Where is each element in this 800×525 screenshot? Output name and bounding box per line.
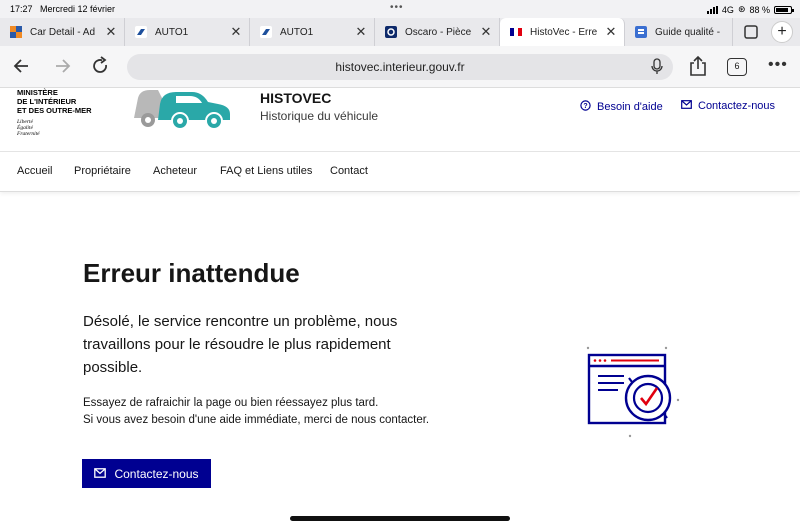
- ministry-line: MINISTÈRE: [17, 88, 58, 97]
- error-hint: Essayez de rafraichir la page ou bien ré…: [83, 395, 503, 429]
- tab-title: Oscaro - Pièce: [405, 26, 472, 38]
- guide-icon: [635, 26, 647, 38]
- browser-tab-active[interactable]: HistoVec - Erre ✕: [500, 18, 625, 46]
- nav-item-acheteur[interactable]: Acheteur: [153, 165, 197, 177]
- close-tab-icon[interactable]: ✕: [104, 24, 118, 40]
- reload-icon[interactable]: [90, 56, 110, 81]
- status-bar: 17:27 Mercredi 12 février ••• 4G ⊛ 88 %: [0, 0, 800, 18]
- browser-tab[interactable]: AUTO1 ✕: [125, 18, 250, 46]
- ministry-line: ET DES OUTRE-MER: [17, 106, 92, 115]
- help-link-label: Besoin d'aide: [597, 101, 663, 113]
- nav-item-accueil[interactable]: Accueil: [17, 165, 52, 177]
- help-link[interactable]: ? Besoin d'aide: [580, 100, 663, 114]
- battery-icon: [774, 5, 794, 14]
- tab-tools: +: [733, 18, 793, 46]
- status-date: Mercredi 12 février: [40, 4, 116, 14]
- tab-title: Guide qualité -: [655, 26, 721, 38]
- error-lead-text: Désolé, le service rencontre un problème…: [83, 313, 398, 376]
- address-input[interactable]: histovec.interieur.gouv.fr: [127, 54, 673, 80]
- contact-link[interactable]: Contactez-nous: [681, 100, 775, 112]
- hint-line: Essayez de rafraichir la page ou bien ré…: [83, 397, 379, 409]
- status-time: 17:27: [10, 4, 33, 14]
- location-icon: ⊛: [737, 4, 746, 14]
- url-text: histovec.interieur.gouv.fr: [335, 60, 465, 74]
- signal-icon: [706, 5, 718, 14]
- orange-grid-icon: [10, 26, 22, 38]
- republic-devise: Liberté Égalité Fraternité: [17, 119, 40, 137]
- network-label: 4G: [721, 4, 734, 15]
- share-icon[interactable]: [688, 55, 708, 82]
- svg-text:?: ?: [583, 103, 587, 110]
- browser-tab[interactable]: Guide qualité -: [625, 18, 733, 46]
- histovec-car-logo-icon[interactable]: [130, 88, 240, 135]
- close-tab-icon[interactable]: ✕: [479, 24, 493, 40]
- close-tab-icon[interactable]: ✕: [229, 24, 243, 40]
- status-indicators: 4G ⊛ 88 %: [706, 4, 794, 15]
- tab-title: AUTO1: [155, 26, 189, 38]
- browser-tab[interactable]: AUTO1 ✕: [250, 18, 375, 46]
- battery-label: 88 %: [749, 4, 770, 15]
- tab-overview-icon[interactable]: [739, 21, 763, 43]
- tab-title: Car Detail - Ad: [30, 26, 96, 38]
- technical-error-illustration-icon: [578, 342, 688, 447]
- devise-line: Fraternité: [17, 131, 40, 137]
- nav-item-faq[interactable]: FAQ et Liens utiles: [220, 165, 312, 177]
- home-indicator[interactable]: [290, 516, 510, 521]
- tab-title: AUTO1: [280, 26, 314, 38]
- site-header: MINISTÈRE DE L'INTÉRIEUR ET DES OUTRE-ME…: [0, 88, 800, 152]
- close-tab-icon[interactable]: ✕: [354, 24, 368, 40]
- contact-button-label: Contactez-nous: [114, 466, 199, 481]
- tab-title: HistoVec - Erre: [530, 26, 598, 38]
- auto1-icon: [135, 26, 147, 38]
- url-bar: histovec.interieur.gouv.fr 6 •••: [0, 46, 800, 88]
- auto1-icon: [260, 26, 272, 38]
- browser-tab[interactable]: Oscaro - Pièce ✕: [375, 18, 500, 46]
- oscaro-icon: [385, 26, 397, 38]
- tab-count-button[interactable]: 6: [727, 58, 747, 76]
- main-nav: Accueil Propriétaire Acheteur FAQ et Lie…: [0, 152, 800, 192]
- french-flag-icon: [510, 26, 522, 38]
- back-arrow-icon[interactable]: [12, 56, 32, 81]
- mail-icon: [681, 100, 692, 112]
- forward-arrow-icon[interactable]: [52, 56, 72, 81]
- contact-link-label: Contactez-nous: [698, 100, 776, 112]
- error-content: Erreur inattendue Désolé, le service ren…: [0, 192, 800, 525]
- question-circle-icon: ?: [580, 100, 591, 114]
- page-title: Erreur inattendue: [83, 258, 300, 288]
- more-options-icon[interactable]: •••: [768, 56, 788, 74]
- nav-item-proprietaire[interactable]: Propriétaire: [74, 165, 131, 177]
- ministry-line: DE L'INTÉRIEUR: [17, 97, 77, 106]
- new-tab-button[interactable]: +: [771, 21, 793, 43]
- contact-button[interactable]: Contactez-nous: [82, 459, 211, 488]
- browser-tab[interactable]: Car Detail - Ad ✕: [0, 18, 125, 46]
- hint-line: Si vous avez besoin d'une aide immédiate…: [83, 414, 430, 426]
- site-title[interactable]: HISTOVEC: [260, 90, 331, 106]
- tab-bar: Car Detail - Ad ✕ AUTO1 ✕ AUTO1 ✕ Oscaro…: [0, 18, 800, 46]
- close-tab-icon[interactable]: ✕: [604, 24, 618, 40]
- nav-item-contact[interactable]: Contact: [330, 165, 368, 177]
- ministry-logo[interactable]: MINISTÈRE DE L'INTÉRIEUR ET DES OUTRE-ME…: [17, 88, 92, 115]
- site-subtitle: Historique du véhicule: [260, 109, 379, 123]
- multitasking-dots-icon[interactable]: •••: [390, 2, 404, 13]
- mail-icon: [94, 467, 107, 481]
- microphone-icon[interactable]: [651, 58, 663, 85]
